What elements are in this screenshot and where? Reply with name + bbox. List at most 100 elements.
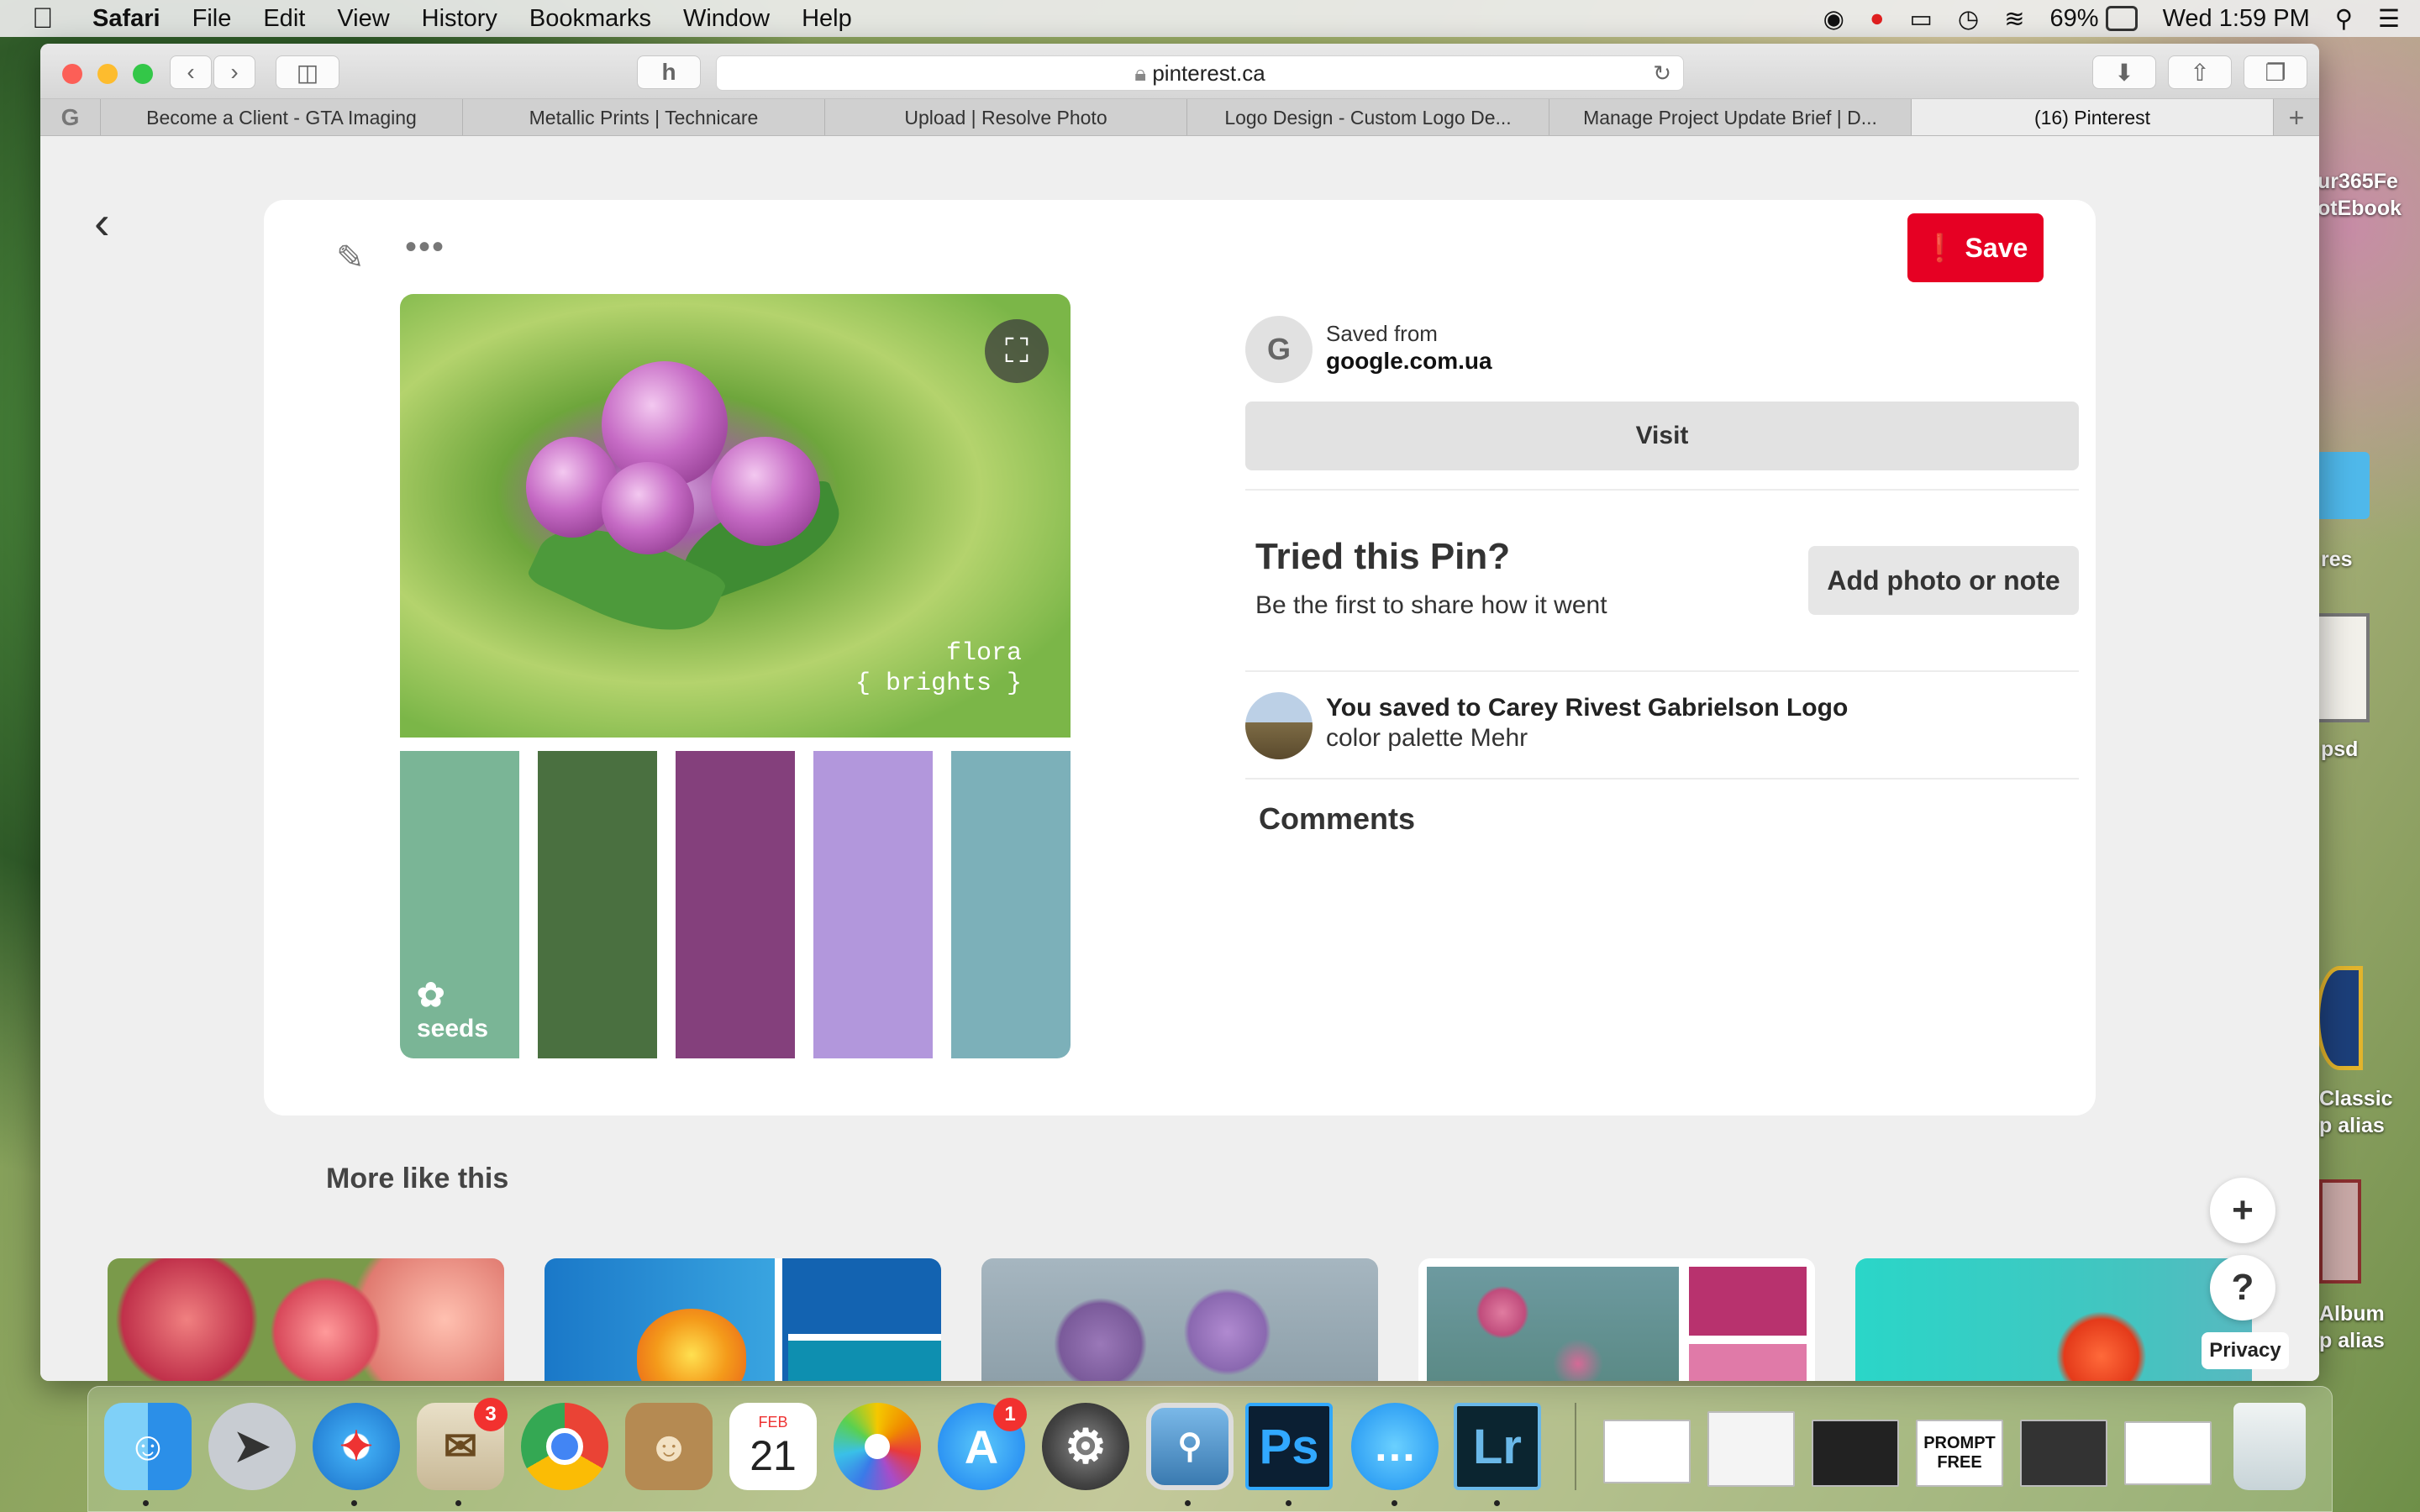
board-section-name[interactable]: color palette Mehr [1326,724,1528,753]
tab-bar: G Become a Client - GTA Imaging Metallic… [40,99,2319,136]
board-name-link[interactable]: Carey Rivest Gabrielson Logo [1488,694,1848,722]
apple-menu-icon[interactable]:  [32,4,60,33]
menu-help[interactable]: Help [802,5,852,33]
desktop-album-icon[interactable] [2319,1179,2361,1284]
desktop-folder-label[interactable]: res [2321,546,2353,573]
fullscreen-icon[interactable]: ⛶ [985,319,1049,383]
finder-icon[interactable]: ☺ [104,1403,192,1490]
related-pin-thumb[interactable] [981,1258,1378,1381]
photoshop-icon[interactable]: Ps [1245,1403,1333,1490]
menu-window[interactable]: Window [683,5,770,33]
minimized-window-messages[interactable] [1707,1411,1795,1487]
minimized-window-photoshop[interactable] [2020,1420,2107,1487]
menu-history[interactable]: History [422,5,497,33]
menu-file[interactable]: File [192,5,232,33]
swatch-2 [538,751,657,1058]
lightroom-icon[interactable]: Lr [1454,1403,1541,1490]
minimized-window-lightroom[interactable] [1812,1420,1899,1487]
help-button[interactable]: ? [2210,1255,2275,1320]
launchpad-icon[interactable]: ➤ [208,1403,296,1490]
desktop-psd-label[interactable]: psd [2321,736,2358,763]
forward-nav-button[interactable]: › [213,55,255,89]
tab-resolve-photo[interactable]: Upload | Resolve Photo [825,99,1187,135]
google-favicon-icon[interactable]: G [40,99,101,135]
reload-icon[interactable]: ↻ [1653,56,1671,90]
photo-block [1427,1267,1679,1381]
desktop-label-text: Classic [2319,1087,2393,1110]
desktop-document-icon[interactable] [2316,613,2370,722]
time-machine-icon[interactable]: ◷ [1958,4,1979,34]
back-arrow-icon[interactable]: ‹ [94,195,110,249]
wifi-icon[interactable]: ≋ [2004,4,2024,34]
divider [1245,778,2079,780]
system-preferences-icon[interactable]: ⚙ [1042,1403,1129,1490]
save-button[interactable]: ❗ Save [1907,213,2044,282]
tab-technicare[interactable]: Metallic Prints | Technicare [463,99,825,135]
source-domain-link[interactable]: google.com.ua [1326,348,1492,375]
add-pin-button[interactable]: + [2210,1178,2275,1243]
new-tab-plus-icon[interactable]: + [2274,99,2319,135]
magnifier-icon: ⚲ [1177,1428,1202,1465]
pin-image[interactable]: ⛶ flora { brights } [400,294,1071,738]
share-button[interactable]: ⇧ [2168,55,2232,89]
minimized-window-prompt[interactable]: PROMPT FREE [1916,1420,2003,1487]
desktop-classic-label[interactable]: Classic p alias [2319,1085,2393,1139]
notification-app-icon[interactable]: ● [1870,5,1885,33]
minimized-window-preview[interactable] [2124,1421,2212,1485]
tab-gta-imaging[interactable]: Become a Client - GTA Imaging [101,99,463,135]
related-pin-thumb[interactable] [1855,1258,2252,1381]
prompt-label-1: PROMPT [1923,1434,1996,1452]
preview-icon[interactable]: ⚲ [1146,1403,1234,1490]
trash-icon[interactable] [2233,1403,2306,1490]
photos-icon[interactable] [834,1403,921,1490]
privacy-link[interactable]: Privacy [2202,1332,2289,1369]
desktop-folder-icon[interactable] [2316,452,2370,519]
sidebar-toggle-button[interactable]: ◫ [276,55,339,89]
address-bar[interactable]: 🔒︎ pinterest.ca ↻ [716,55,1684,91]
honey-extension-button[interactable]: h [637,55,701,89]
back-nav-button[interactable]: ‹ [170,55,212,89]
menu-app-safari[interactable]: Safari [92,5,160,33]
menu-bookmarks[interactable]: Bookmarks [529,5,651,33]
chrome-icon[interactable] [521,1403,608,1490]
edit-pencil-icon[interactable]: ✎ [336,239,365,277]
menu-view[interactable]: View [337,5,389,33]
notification-center-icon[interactable]: ☰ [2378,4,2400,34]
battery-percent[interactable]: 69% [2050,5,2099,33]
running-indicator [1392,1500,1397,1506]
source-avatar[interactable]: G [1245,316,1313,383]
zoom-window-button[interactable] [133,64,153,84]
visit-button[interactable]: Visit [1245,402,2079,470]
more-like-this-heading: More like this [326,1163,509,1194]
creative-cloud-icon[interactable]: ◉ [1823,4,1844,34]
related-pin-thumb[interactable] [1418,1258,1815,1381]
tab-pinterest[interactable]: (16) Pinterest [1912,99,2274,135]
minimize-window-button[interactable] [97,64,118,84]
board-avatar[interactable] [1245,692,1313,759]
related-pin-thumb[interactable] [108,1258,504,1381]
downloads-button[interactable]: ⬇ [2092,55,2156,89]
messages-icon[interactable]: … [1351,1403,1439,1490]
minimized-window-safari[interactable] [1603,1420,1691,1483]
overlay-line-2: { brights } [855,669,1022,698]
safari-icon[interactable]: ✦ [313,1403,400,1490]
show-tabs-button[interactable]: ❐ [2244,55,2307,89]
running-indicator [1286,1500,1292,1506]
close-window-button[interactable] [62,64,82,84]
battery-icon[interactable] [2105,6,2138,31]
desktop-album-label[interactable]: Album p alias [2319,1300,2385,1354]
menu-edit[interactable]: Edit [263,5,305,33]
clock[interactable]: Wed 1:59 PM [2163,5,2310,33]
airplay-icon[interactable]: ▭ [1910,4,1933,34]
desktop-app-icon[interactable] [2316,966,2363,1070]
tab-manage-project[interactable]: Manage Project Update Brief | D... [1549,99,1912,135]
contacts-icon[interactable]: ☻ [625,1403,713,1490]
related-pin-thumb[interactable] [544,1258,941,1381]
more-options-icon[interactable]: ••• [405,228,445,266]
spotlight-search-icon[interactable]: ⚲ [2335,4,2353,34]
add-photo-note-button[interactable]: Add photo or note [1808,546,2079,615]
tab-logo-design[interactable]: Logo Design - Custom Logo De... [1187,99,1549,135]
desktop-file-label[interactable]: ur365Fe otEbook [2317,168,2402,222]
magenta-swatch [1689,1267,1807,1336]
calendar-icon[interactable]: FEB 21 [729,1403,817,1490]
